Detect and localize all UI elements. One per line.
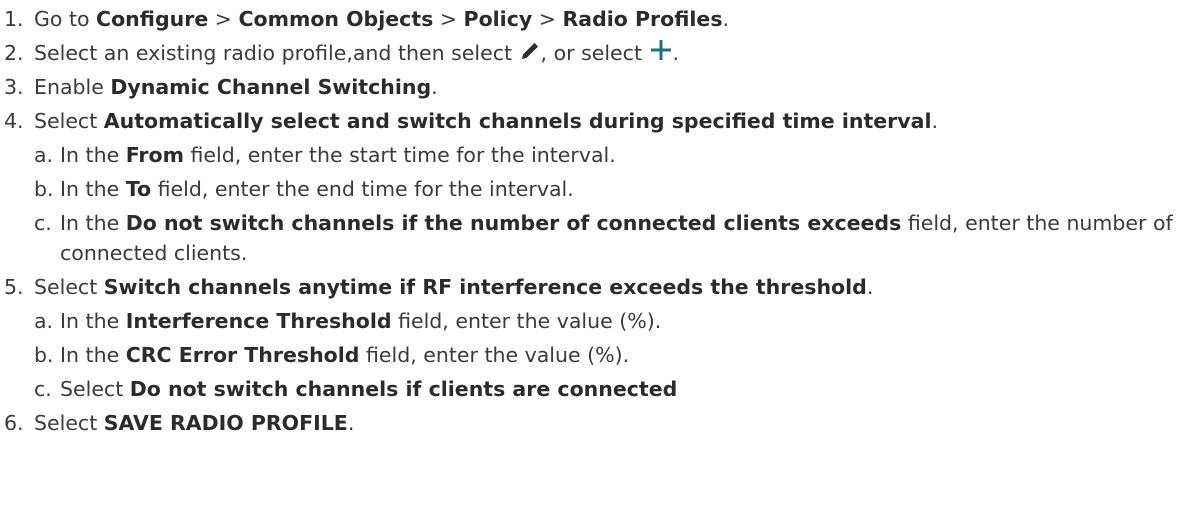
field-interference-threshold: Interference Threshold <box>125 309 392 333</box>
substep-text: In the CRC Error Threshold field, enter … <box>60 343 630 367</box>
step-2: 2. Select an existing radio profile,and … <box>0 36 1182 70</box>
step-text: Select Automatically select and switch c… <box>34 109 939 133</box>
option-auto-switch-interval: Automatically select and switch channels… <box>103 109 932 133</box>
substep-text: In the Do not switch channels if the num… <box>60 211 1173 265</box>
field-max-clients: Do not switch channels if the number of … <box>125 211 902 235</box>
substep-5c: c. Select Do not switch channels if clie… <box>0 372 1182 406</box>
substep-text: In the Interference Threshold field, ent… <box>60 309 662 333</box>
step-text: Select an existing radio profile,and the… <box>34 36 679 70</box>
step-number: 1. <box>4 7 24 31</box>
step-text: Enable Dynamic Channel Switching. <box>34 75 438 99</box>
menu-common-objects: Common Objects <box>238 7 434 31</box>
save-radio-profile-label: SAVE RADIO PROFILE <box>103 411 348 435</box>
step-text: Select SAVE RADIO PROFILE. <box>34 411 355 435</box>
step-text: Select Switch channels anytime if RF int… <box>34 275 874 299</box>
substep-letter: a. <box>34 309 54 333</box>
menu-policy: Policy <box>463 7 533 31</box>
step-1: 1. Go to Configure > Common Objects > Po… <box>0 2 1182 36</box>
substep-4a: a. In the From field, enter the start ti… <box>0 138 1182 172</box>
substep-text: Select Do not switch channels if clients… <box>60 377 678 401</box>
substep-text: In the To field, enter the end time for … <box>60 177 574 201</box>
step-5: 5. Select Switch channels anytime if RF … <box>0 270 1182 304</box>
step-number: 2. <box>4 41 24 65</box>
step-number: 3. <box>4 75 24 99</box>
substep-5b: b. In the CRC Error Threshold field, ent… <box>0 338 1182 372</box>
substep-letter: b. <box>34 343 54 367</box>
step-number: 5. <box>4 275 24 299</box>
step-number: 4. <box>4 109 24 133</box>
substep-letter: b. <box>34 177 54 201</box>
option-no-switch-if-clients: Do not switch channels if clients are co… <box>129 377 678 401</box>
substep-5a: a. In the Interference Threshold field, … <box>0 304 1182 338</box>
field-from: From <box>125 143 184 167</box>
substep-4b: b. In the To field, enter the end time f… <box>0 172 1182 206</box>
option-switch-on-interference: Switch channels anytime if RF interferen… <box>103 275 867 299</box>
step-number: 6. <box>4 411 24 435</box>
menu-radio-profiles: Radio Profiles <box>562 7 723 31</box>
substep-letter: a. <box>34 143 54 167</box>
step-3: 3. Enable Dynamic Channel Switching. <box>0 70 1182 104</box>
substep-text: In the From field, enter the start time … <box>60 143 616 167</box>
step-6: 6. Select SAVE RADIO PROFILE. <box>0 406 1182 440</box>
step-text: Go to Configure > Common Objects > Polic… <box>34 7 730 31</box>
substep-4c: c. In the Do not switch channels if the … <box>0 206 1182 270</box>
field-crc-error-threshold: CRC Error Threshold <box>125 343 360 367</box>
procedure-steps: 1. Go to Configure > Common Objects > Po… <box>0 2 1182 440</box>
pencil-icon <box>519 40 541 62</box>
field-to: To <box>125 177 152 201</box>
step-4: 4. Select Automatically select and switc… <box>0 104 1182 138</box>
substep-letter: c. <box>34 377 52 401</box>
option-dynamic-channel-switching: Dynamic Channel Switching <box>110 75 432 99</box>
substep-letter: c. <box>34 211 52 235</box>
plus-icon <box>649 38 673 62</box>
menu-configure: Configure <box>96 7 209 31</box>
